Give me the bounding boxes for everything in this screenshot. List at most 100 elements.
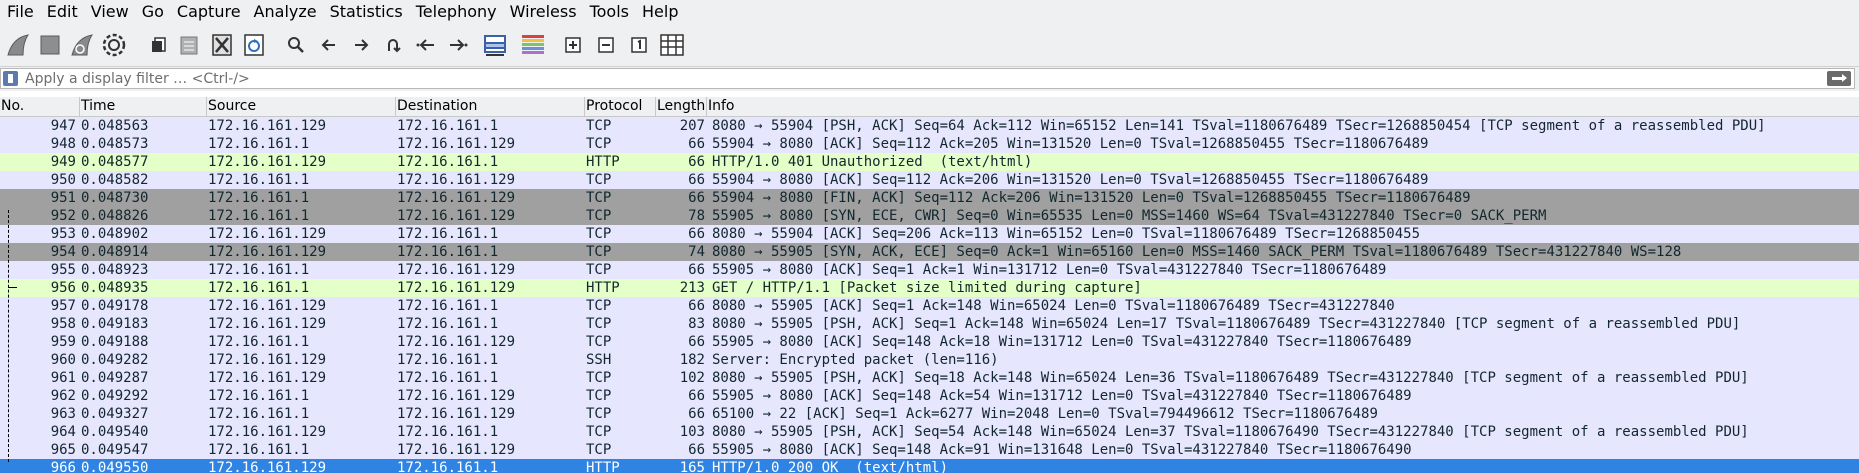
zoom-in-icon[interactable] [558, 30, 588, 60]
cell-no: 955 [50, 262, 76, 278]
display-filter-bar [0, 67, 1859, 91]
packet-row[interactable]: 955 0.048923 172.16.161.1 172.16.161.129 TCP… [0, 261, 1859, 279]
packet-row[interactable]: 959 0.049188 172.16.161.1 172.16.161.129 TCP… [0, 333, 1859, 351]
packet-row[interactable]: 961 0.049287 172.16.161.129 172.16.161.1 TCP… [0, 369, 1859, 387]
close-file-icon[interactable] [207, 30, 237, 60]
packet-row[interactable]: 962 0.049292 172.16.161.1 172.16.161.129 TCP… [0, 387, 1859, 405]
cell-info: 55905 → 8080 [SYN, ECE, CWR] Seq=0 Win=6… [712, 208, 1547, 224]
arrow-left-icon[interactable] [314, 30, 344, 60]
packet-row[interactable]: 957 0.049178 172.16.161.129 172.16.161.1 TCP… [0, 297, 1859, 315]
packet-row[interactable]: 951 0.048730 172.16.161.1 172.16.161.129 TCP… [0, 189, 1859, 207]
jump-to-packet-icon[interactable] [378, 30, 408, 60]
packet-list-header: No. Time Source Destination Protocol Len… [0, 97, 1859, 117]
packet-row[interactable]: 956 0.048935 172.16.161.1 172.16.161.129 HTT… [0, 279, 1859, 297]
menu-analyze[interactable]: Analyze [247, 0, 323, 24]
cell-info: 55904 → 8080 [ACK] Seq=112 Ack=206 Win=1… [712, 172, 1429, 188]
column-header-time[interactable]: Time [80, 97, 207, 116]
packet-row[interactable]: 963 0.049327 172.16.161.1 172.16.161.129 TCP… [0, 405, 1859, 423]
packet-row[interactable]: 960 0.049282 172.16.161.129 172.16.161.1 SSH… [0, 351, 1859, 369]
cell-source: 172.16.161.1 [208, 208, 310, 224]
packet-row[interactable]: 965 0.049547 172.16.161.1 172.16.161.129 TCP… [0, 441, 1859, 459]
column-header-source[interactable]: Source [207, 97, 396, 116]
resize-columns-icon[interactable] [657, 30, 687, 60]
menu-help[interactable]: Help [635, 0, 684, 24]
menu-capture[interactable]: Capture [170, 0, 247, 24]
gear-options-icon[interactable] [99, 30, 129, 60]
cell-time: 0.049188 [81, 334, 149, 350]
bookmark-icon[interactable] [3, 71, 18, 86]
cell-protocol: TCP [586, 172, 612, 188]
column-header-protocol[interactable]: Protocol [585, 97, 656, 116]
column-header-length[interactable]: Length [656, 97, 707, 116]
cell-time: 0.049287 [81, 370, 149, 386]
cell-destination: 172.16.161.1 [397, 154, 499, 170]
cell-source: 172.16.161.129 [208, 352, 327, 368]
apply-filter-arrow-icon[interactable] [1827, 71, 1851, 86]
packet-row[interactable]: 949 0.048577 172.16.161.129 172.16.161.1 HTT… [0, 153, 1859, 171]
packet-row-selected[interactable]: 966 0.049550 172.16.161.129 172.16.161.1 HTT… [0, 459, 1859, 473]
cell-no: 957 [50, 298, 76, 314]
packet-row[interactable]: 947 0.048563 172.16.161.129 172.16.161.1 TCP… [0, 117, 1859, 135]
cell-time: 0.048730 [81, 190, 149, 206]
cell-source: 172.16.161.129 [208, 226, 327, 242]
first-packet-icon[interactable] [411, 30, 441, 60]
cell-protocol: TCP [586, 244, 612, 260]
packet-row[interactable]: 948 0.048573 172.16.161.1 172.16.161.129 TCP… [0, 135, 1859, 153]
menu-view[interactable]: View [84, 0, 135, 24]
cell-length: 207 [679, 118, 705, 134]
menu-file[interactable]: File [0, 0, 40, 24]
cell-info: 55905 → 8080 [ACK] Seq=148 Ack=54 Win=13… [712, 388, 1412, 404]
cell-no: 964 [50, 424, 76, 440]
shark-fin-start-icon[interactable] [3, 30, 33, 60]
zoom-out-icon[interactable] [591, 30, 621, 60]
column-header-no[interactable]: No. [0, 97, 80, 116]
menu-edit[interactable]: Edit [40, 0, 84, 24]
cell-time: 0.049282 [81, 352, 149, 368]
cell-source: 172.16.161.1 [208, 262, 310, 278]
packet-row[interactable]: 958 0.049183 172.16.161.129 172.16.161.1 TCP… [0, 315, 1859, 333]
cell-protocol: TCP [586, 388, 612, 404]
cell-destination: 172.16.161.1 [397, 226, 499, 242]
packet-row[interactable]: 950 0.048582 172.16.161.1 172.16.161.129 TCP… [0, 171, 1859, 189]
reload-file-icon[interactable] [239, 30, 269, 60]
arrow-right-icon[interactable] [346, 30, 376, 60]
cell-source: 172.16.161.1 [208, 388, 310, 404]
colorize-icon[interactable] [518, 30, 548, 60]
display-filter-input[interactable] [25, 69, 1805, 88]
menu-go[interactable]: Go [135, 0, 170, 24]
auto-scroll-icon[interactable] [480, 30, 510, 60]
cell-destination: 172.16.161.1 [397, 460, 499, 473]
save-file-icon[interactable] [174, 30, 204, 60]
menu-statistics[interactable]: Statistics [323, 0, 409, 24]
packet-row[interactable]: 954 0.048914 172.16.161.129 172.16.161.1 TCP… [0, 243, 1859, 261]
search-icon[interactable] [281, 30, 311, 60]
packet-row[interactable]: 952 0.048826 172.16.161.1 172.16.161.129 TCP… [0, 207, 1859, 225]
packet-list: 947 0.048563 172.16.161.129 172.16.161.1 TCP… [0, 117, 1859, 473]
cell-source: 172.16.161.129 [208, 424, 327, 440]
menu-tools[interactable]: Tools [583, 0, 635, 24]
open-file-icon[interactable] [145, 30, 175, 60]
packet-row[interactable]: 964 0.049540 172.16.161.129 172.16.161.1 TCP… [0, 423, 1859, 441]
stop-square-icon[interactable] [35, 30, 65, 60]
related-packets-indicator [8, 210, 10, 462]
cell-time: 0.049550 [81, 460, 149, 473]
cell-info: 8080 → 55905 [ACK] Seq=1 Ack=148 Win=650… [712, 298, 1395, 314]
cell-no: 959 [50, 334, 76, 350]
cell-source: 172.16.161.1 [208, 280, 310, 296]
cell-destination: 172.16.161.1 [397, 424, 499, 440]
packet-row[interactable]: 953 0.048902 172.16.161.129 172.16.161.1 TCP… [0, 225, 1859, 243]
column-header-destination[interactable]: Destination [396, 97, 585, 116]
column-header-info[interactable]: Info [707, 97, 1859, 116]
shark-fin-restart-icon[interactable] [67, 30, 97, 60]
cell-time: 0.048923 [81, 262, 149, 278]
cell-info: HTTP/1.0 200 OK (text/html) [712, 460, 949, 473]
cell-info: 8080 → 55905 [PSH, ACK] Seq=18 Ack=148 W… [712, 370, 1749, 386]
main-toolbar [0, 24, 1859, 67]
menu-wireless[interactable]: Wireless [503, 0, 583, 24]
cell-protocol: TCP [586, 262, 612, 278]
last-packet-icon[interactable] [443, 30, 473, 60]
menu-telephony[interactable]: Telephony [409, 0, 503, 24]
cell-destination: 172.16.161.129 [397, 442, 516, 458]
cell-destination: 172.16.161.129 [397, 388, 516, 404]
zoom-normal-icon[interactable] [624, 30, 654, 60]
